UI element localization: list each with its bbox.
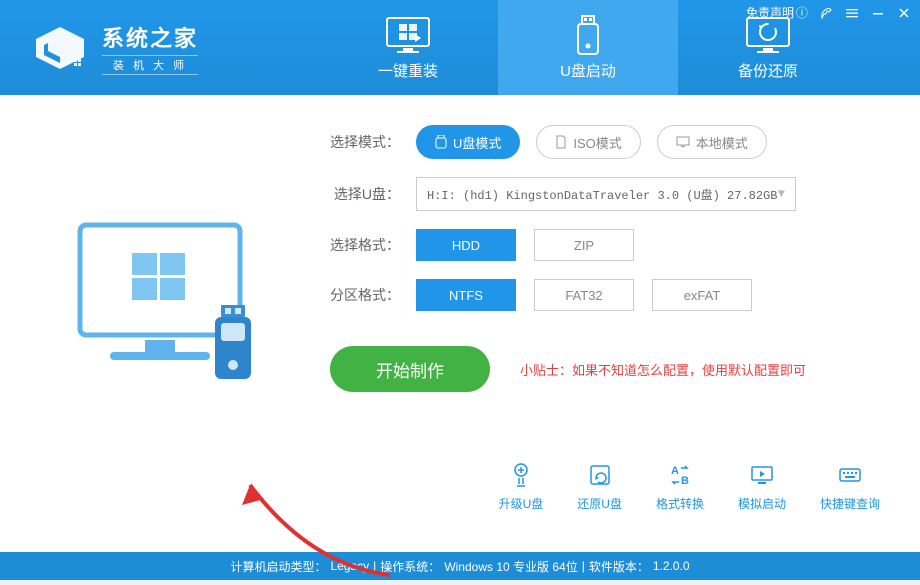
info-icon: ⓘ <box>796 4 808 21</box>
usb-small-icon <box>435 135 447 149</box>
local-icon <box>676 136 690 148</box>
tool-simulate-boot[interactable]: 模拟启动 <box>738 461 786 512</box>
tip-prefix: 小贴士： <box>520 363 572 378</box>
mode-usb[interactable]: U盘模式 <box>416 125 520 159</box>
tool-restore-usb[interactable]: 还原U盘 <box>577 461 622 512</box>
mode-local[interactable]: 本地模式 <box>657 125 767 159</box>
app-title: 系统之家 <box>102 21 198 53</box>
tool-format-convert[interactable]: AB 格式转换 <box>656 461 704 512</box>
usb-select-row: 选择U盘： H:I: (hd1) KingstonDataTraveler 3.… <box>320 177 880 211</box>
tool-label: 还原U盘 <box>577 495 622 512</box>
partition-fat32[interactable]: FAT32 <box>534 279 634 311</box>
hotkey-icon <box>836 461 864 489</box>
partition-exfat[interactable]: exFAT <box>652 279 752 311</box>
os-value: Windows 10 专业版 64位 <box>444 558 577 575</box>
tool-label: 模拟启动 <box>738 495 786 512</box>
illustration <box>40 125 300 552</box>
partition-ntfs[interactable]: NTFS <box>416 279 516 311</box>
restore-usb-icon <box>586 461 614 489</box>
os-label: 操作系统： <box>380 558 440 575</box>
tab-label: 一键重装 <box>378 60 438 81</box>
mode-option-label: 本地模式 <box>696 133 748 152</box>
action-row: 开始制作 小贴士：如果不知道怎么配置，使用默认配置即可 <box>320 346 880 392</box>
mode-iso[interactable]: ISO模式 <box>536 125 640 159</box>
tab-label: 备份还原 <box>738 60 798 81</box>
iso-icon <box>555 135 567 149</box>
mode-options: U盘模式 ISO模式 本地模式 <box>416 125 767 159</box>
partition-row: 分区格式： NTFS FAT32 exFAT <box>320 279 880 311</box>
separator: | <box>373 559 376 573</box>
boot-type-label: 计算机启动类型： <box>230 558 326 575</box>
mode-row: 选择模式： U盘模式 ISO模式 本地模式 <box>320 125 880 159</box>
logo-icon <box>30 23 90 73</box>
reinstall-icon <box>385 14 431 56</box>
version-label: 软件版本： <box>589 558 649 575</box>
partition-options: NTFS FAT32 exFAT <box>416 279 752 311</box>
tip-text: 如果不知道怎么配置，使用默认配置即可 <box>572 363 806 378</box>
mode-option-label: ISO模式 <box>573 133 621 152</box>
svg-text:B: B <box>681 475 689 487</box>
start-button[interactable]: 开始制作 <box>330 346 490 392</box>
usb-select-value: H:I: (hd1) KingstonDataTraveler 3.0 (U盘)… <box>427 186 777 203</box>
upgrade-usb-icon <box>507 461 535 489</box>
usb-icon <box>573 14 603 56</box>
tool-label: 升级U盘 <box>499 495 544 512</box>
tools-bar: 升级U盘 还原U盘 AB 格式转换 模拟启动 快捷键查询 <box>499 461 880 512</box>
usb-select[interactable]: H:I: (hd1) KingstonDataTraveler 3.0 (U盘)… <box>416 177 796 211</box>
version-value: 1.2.0.0 <box>653 559 690 573</box>
separator: | <box>582 559 585 573</box>
tool-label: 快捷键查询 <box>820 495 880 512</box>
app-subtitle: 装 机 大 师 <box>102 55 198 75</box>
tab-reinstall[interactable]: 一键重装 <box>318 0 498 95</box>
menu-icon[interactable] <box>844 5 860 21</box>
close-button[interactable] <box>896 5 912 21</box>
format-hdd[interactable]: HDD <box>416 229 516 261</box>
status-bar: 计算机启动类型： Legacy | 操作系统： Windows 10 专业版 6… <box>0 552 920 580</box>
theme-icon[interactable] <box>818 5 834 21</box>
window-controls: 免责声明 ⓘ <box>746 4 912 21</box>
format-row: 选择格式： HDD ZIP <box>320 229 880 261</box>
svg-text:A: A <box>671 465 679 477</box>
format-label: 选择格式： <box>320 235 400 255</box>
tip: 小贴士：如果不知道怎么配置，使用默认配置即可 <box>520 360 806 379</box>
disclaimer-link[interactable]: 免责声明 ⓘ <box>746 4 808 21</box>
header: 系统之家 装 机 大 师 一键重装 U盘启动 备份还原 <box>0 0 920 95</box>
content: 选择模式： U盘模式 ISO模式 本地模式 <box>0 95 920 552</box>
chevron-down-icon: ▼ <box>778 187 785 201</box>
logo: 系统之家 装 机 大 师 <box>30 21 198 75</box>
mode-option-label: U盘模式 <box>453 133 501 152</box>
boot-type-value: Legacy <box>330 559 369 573</box>
disclaimer-text: 免责声明 <box>746 4 794 21</box>
simulate-boot-icon <box>748 461 776 489</box>
tab-label: U盘启动 <box>560 60 616 81</box>
tool-upgrade-usb[interactable]: 升级U盘 <box>499 461 544 512</box>
format-zip[interactable]: ZIP <box>534 229 634 261</box>
format-options: HDD ZIP <box>416 229 634 261</box>
minimize-button[interactable] <box>870 5 886 21</box>
partition-label: 分区格式： <box>320 285 400 305</box>
usb-select-label: 选择U盘： <box>320 184 400 204</box>
tool-hotkey-query[interactable]: 快捷键查询 <box>820 461 880 512</box>
tool-label: 格式转换 <box>656 495 704 512</box>
logo-text: 系统之家 装 机 大 师 <box>102 21 198 75</box>
tab-usb-boot[interactable]: U盘启动 <box>498 0 678 95</box>
format-convert-icon: AB <box>666 461 694 489</box>
mode-label: 选择模式： <box>320 132 400 152</box>
app-window: 系统之家 装 机 大 师 一键重装 U盘启动 备份还原 <box>0 0 920 580</box>
